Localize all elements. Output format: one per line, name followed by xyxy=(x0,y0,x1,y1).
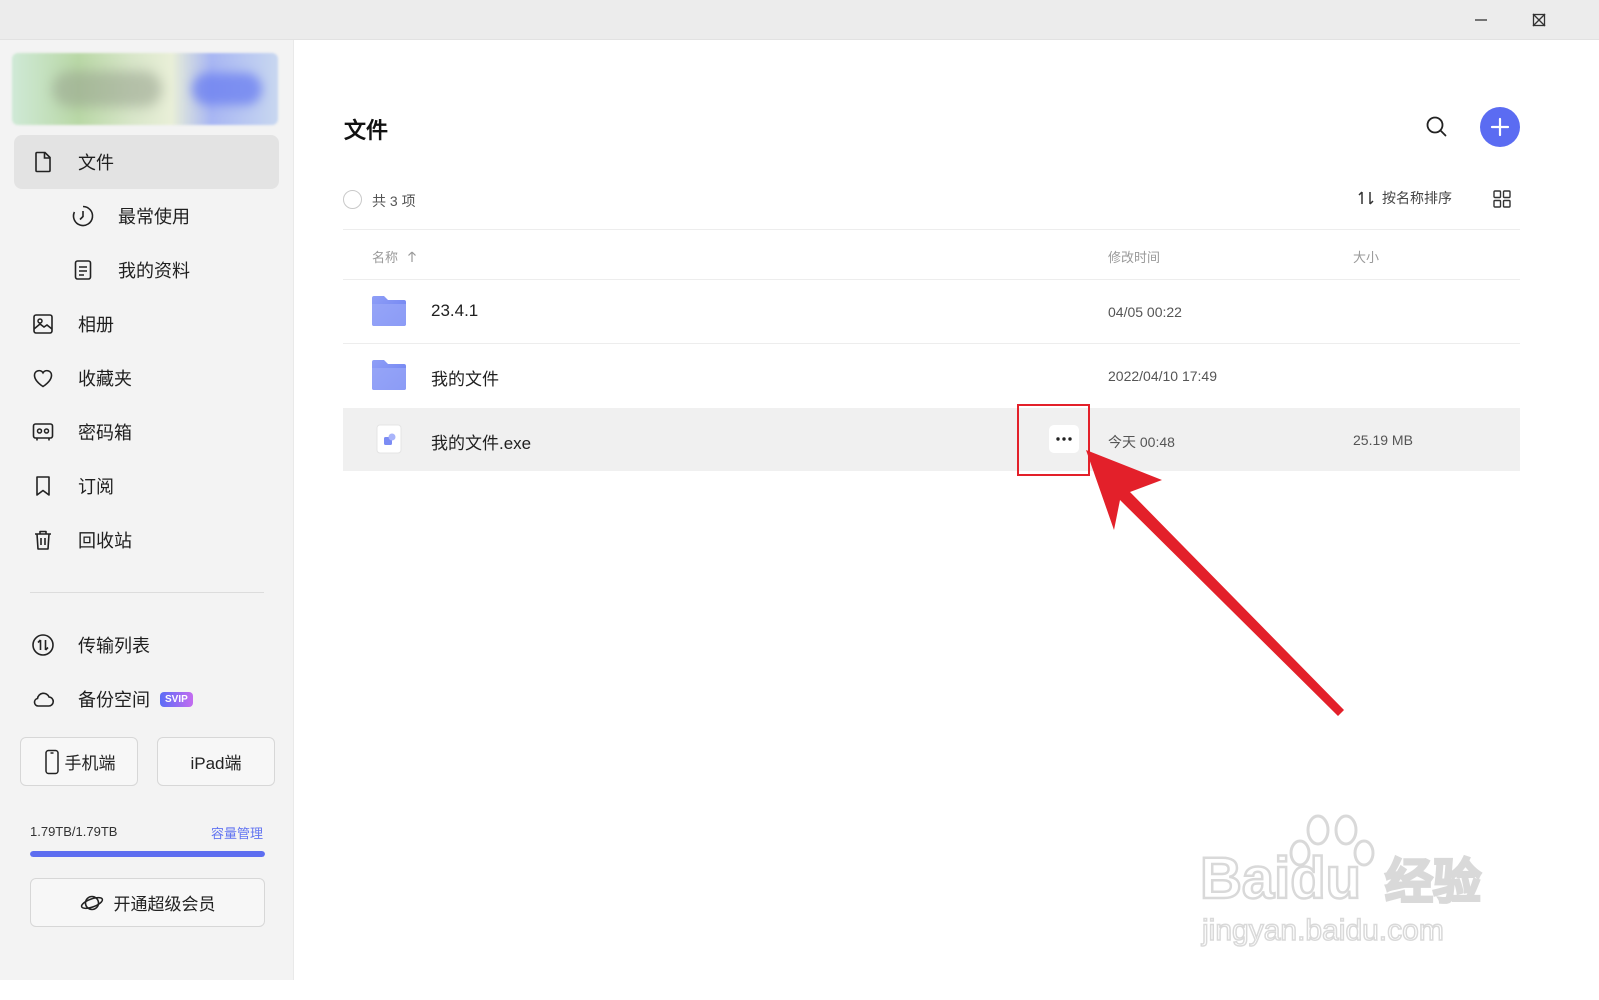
trash-icon xyxy=(30,527,56,553)
sidebar-item-safe[interactable]: 密码箱 xyxy=(14,405,279,459)
user-profile[interactable] xyxy=(12,53,278,125)
clock-icon xyxy=(70,203,96,229)
sidebar-item-label: 密码箱 xyxy=(78,423,132,443)
transfer-icon xyxy=(30,632,56,658)
sidebar-item-label: 订阅 xyxy=(78,477,114,497)
document-icon xyxy=(70,257,96,283)
sidebar-item-my-docs[interactable]: 我的资料 xyxy=(14,243,279,297)
search-icon xyxy=(1426,116,1447,137)
sidebar-item-label: 相册 xyxy=(78,315,114,335)
storage-progress-bar xyxy=(30,851,265,857)
phone-button[interactable]: 手机端 xyxy=(20,737,138,786)
open-vip-label: 开通超级会员 xyxy=(113,895,216,914)
vip-badge-blur xyxy=(192,73,262,105)
sidebar-item-files[interactable]: 文件 xyxy=(14,135,279,189)
sort-label: 按名称排序 xyxy=(1382,190,1452,206)
file-icon xyxy=(30,149,56,175)
search-button[interactable] xyxy=(1420,110,1454,144)
safe-icon xyxy=(30,419,56,445)
storage-usage: 1.79TB/1.79TB xyxy=(30,824,118,839)
minimize-button[interactable] xyxy=(1452,0,1510,40)
column-header-name[interactable]: 名称 xyxy=(372,247,418,266)
baidu-watermark-logo: Baidu 经验 jingyan.baidu.com xyxy=(1200,814,1482,948)
open-vip-button[interactable]: 开通超级会员 xyxy=(30,878,265,927)
heart-icon xyxy=(30,365,56,391)
column-name-label: 名称 xyxy=(372,250,399,265)
title-bar xyxy=(0,0,1599,40)
page-title: 文件 xyxy=(344,118,389,143)
sidebar-item-label: 回收站 xyxy=(78,531,132,551)
item-count: 共 3 项 xyxy=(372,193,416,209)
sidebar-item-subscriptions[interactable]: 订阅 xyxy=(14,459,279,513)
photo-icon xyxy=(30,311,56,337)
storage-manage-link[interactable]: 容量管理 xyxy=(211,823,263,842)
plus-icon xyxy=(1490,117,1510,137)
sidebar-item-favorites[interactable]: 收藏夹 xyxy=(14,351,279,405)
ipad-button[interactable]: iPad端 xyxy=(157,737,275,786)
sort-icon xyxy=(1358,191,1374,205)
sort-up-icon xyxy=(408,251,416,262)
phone-button-label: 手机端 xyxy=(64,754,116,773)
file-modified: 2022/04/10 17:49 xyxy=(1108,368,1217,384)
sidebar-item-label: 备份空间 xyxy=(78,690,150,710)
header-divider xyxy=(343,229,1520,230)
file-row[interactable]: 23.4.1 04/05 00:22 xyxy=(343,280,1520,343)
phone-icon xyxy=(44,749,59,774)
sidebar-item-transfers[interactable]: 传输列表 xyxy=(14,618,279,672)
file-row[interactable]: 我的文件 2022/04/10 17:49 xyxy=(343,344,1520,407)
minimize-icon xyxy=(1475,19,1487,21)
grid-view-button[interactable] xyxy=(1492,189,1512,209)
sidebar-item-album[interactable]: 相册 xyxy=(14,297,279,351)
bookmark-icon xyxy=(30,473,56,499)
grid-icon xyxy=(1493,190,1511,208)
file-modified: 04/05 00:22 xyxy=(1108,304,1182,320)
close-button[interactable] xyxy=(1510,0,1568,40)
folder-icon xyxy=(372,360,406,390)
watermark-brand-cn: 经验 xyxy=(1385,854,1481,910)
red-arrow-annotation xyxy=(1086,450,1344,716)
planet-icon xyxy=(80,895,103,910)
watermark-url: jingyan.baidu.com xyxy=(1201,914,1444,947)
select-all-checkbox[interactable] xyxy=(343,190,362,209)
svip-badge: SVIP xyxy=(160,691,193,707)
file-name: 我的文件 xyxy=(431,370,499,389)
avatar-blur xyxy=(52,71,162,107)
sidebar-item-recent[interactable]: 最常使用 xyxy=(14,189,279,243)
sidebar: 文件 最常使用 我的资料 相册 收藏夹 密码箱 订阅 回收站 传输列表 备份空间… xyxy=(0,40,294,980)
watermark-brand: Baidu xyxy=(1200,846,1361,911)
sidebar-divider xyxy=(30,592,264,593)
column-header-modified[interactable]: 修改时间 xyxy=(1108,247,1160,266)
folder-icon xyxy=(372,296,406,326)
storage-progress-fill xyxy=(30,851,265,857)
sidebar-item-label: 我的资料 xyxy=(118,261,190,281)
close-icon xyxy=(1532,13,1546,27)
sidebar-item-trash[interactable]: 回收站 xyxy=(14,513,279,567)
ipad-button-label: iPad端 xyxy=(190,754,242,773)
add-button[interactable] xyxy=(1480,107,1520,147)
sidebar-item-label: 传输列表 xyxy=(78,636,150,656)
file-name: 23.4.1 xyxy=(431,301,479,320)
sort-button[interactable]: 按名称排序 xyxy=(1356,188,1452,208)
sidebar-item-label: 文件 xyxy=(78,153,114,173)
exe-file-icon xyxy=(376,424,402,454)
cloud-icon xyxy=(30,686,56,712)
sidebar-item-backup[interactable]: 备份空间 SVIP xyxy=(14,672,279,726)
column-header-size[interactable]: 大小 xyxy=(1353,247,1379,266)
sidebar-item-label: 收藏夹 xyxy=(78,369,132,389)
file-size: 25.19 MB xyxy=(1353,432,1413,448)
sidebar-item-label: 最常使用 xyxy=(118,207,190,227)
file-name: 我的文件.exe xyxy=(431,434,532,453)
